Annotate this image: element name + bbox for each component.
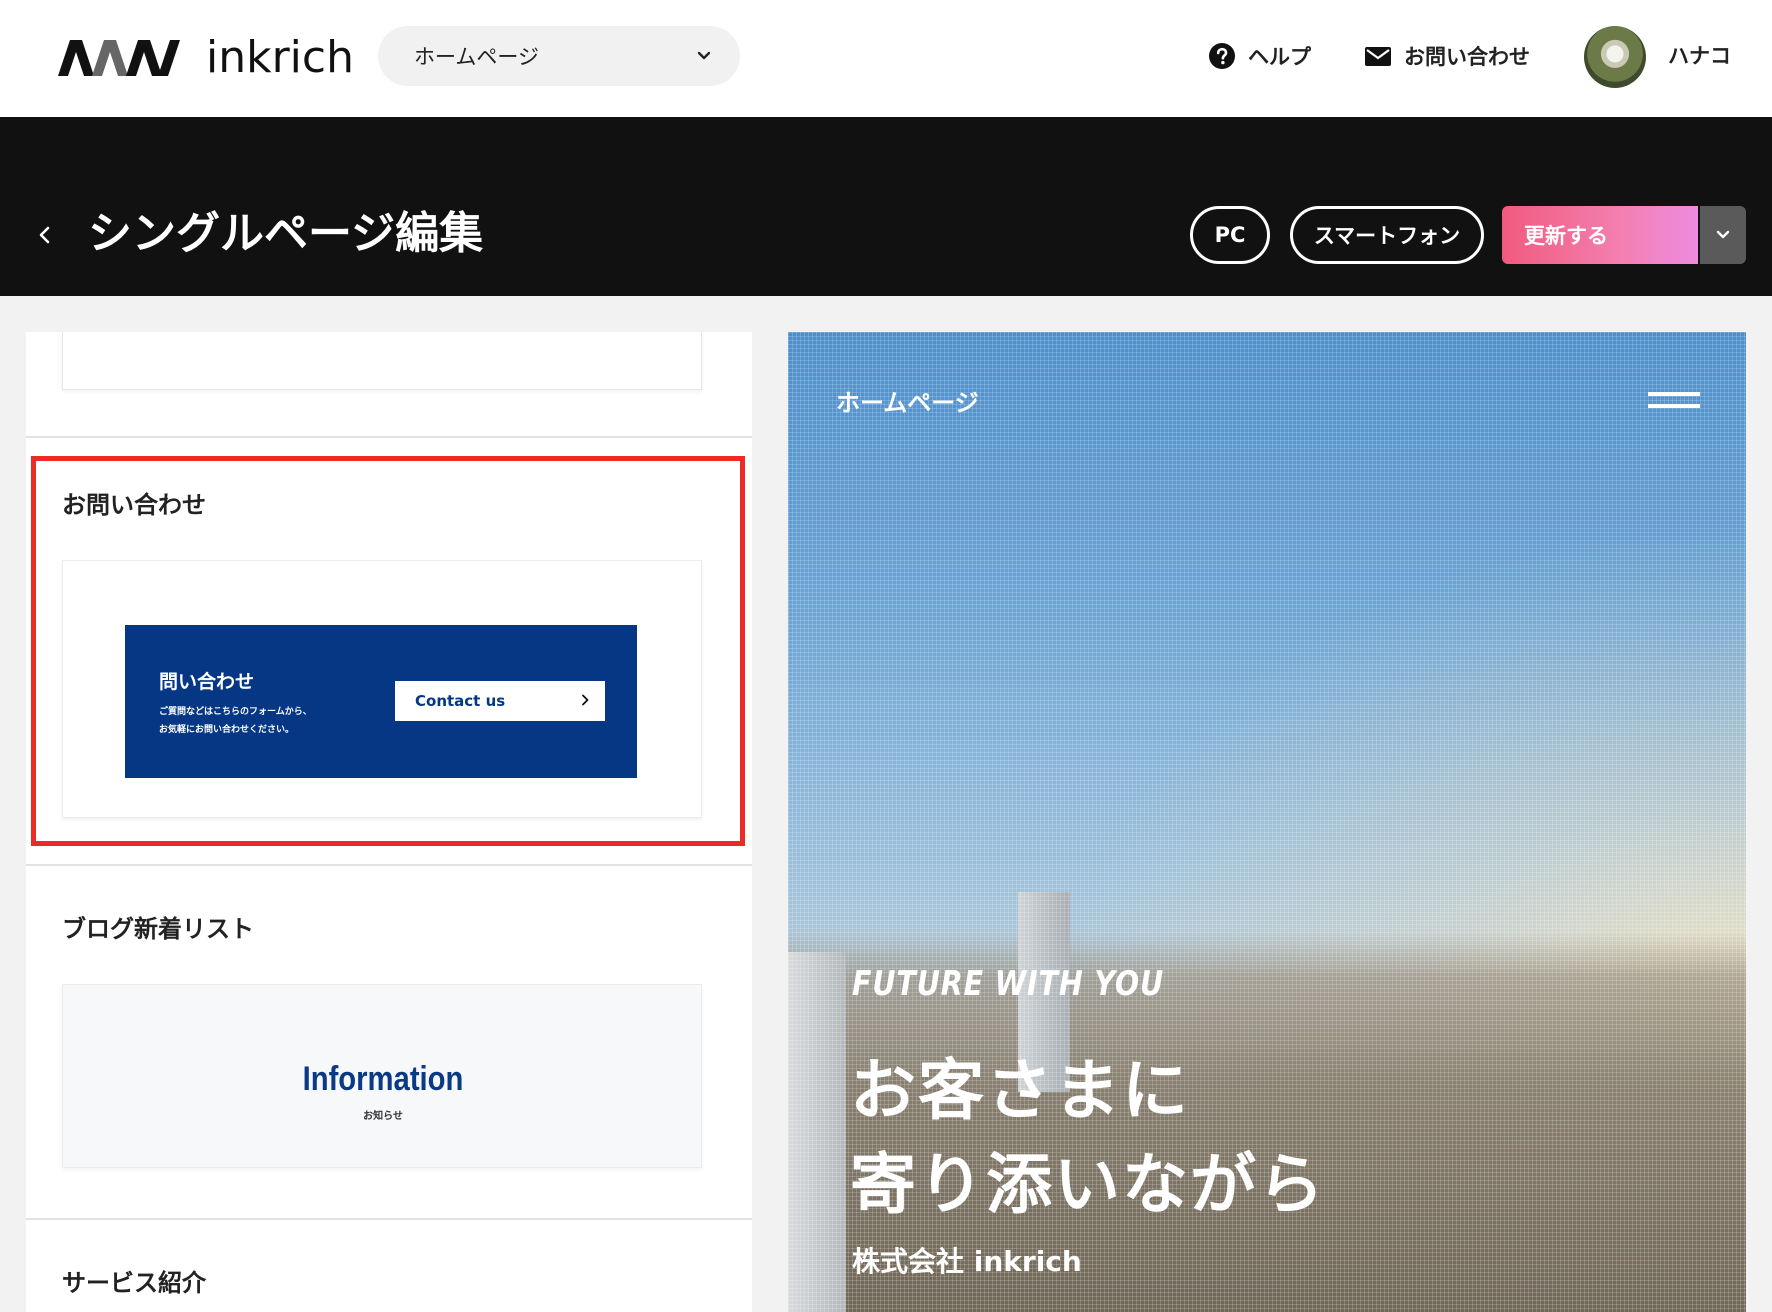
page-selector-value: ホームページ — [414, 45, 539, 69]
preview-headline-line2: 寄り添いながら — [850, 1146, 1326, 1223]
logo-text: inkrich — [206, 32, 354, 83]
preview-tagline: FUTURE WITH YOU — [852, 964, 1165, 1004]
section-card-previous[interactable] — [62, 332, 702, 390]
hamburger-icon[interactable] — [1648, 388, 1700, 414]
contact-label: お問い合わせ — [1404, 45, 1530, 69]
section-label-blog: ブログ新着リスト — [62, 915, 254, 943]
preview-headline: お客さまに 寄り添いながら — [850, 1044, 1326, 1232]
blog-heading: Information — [302, 1060, 464, 1098]
chevron-down-icon — [697, 51, 711, 60]
blog-subheading: お知らせ — [363, 1111, 403, 1122]
page-preview[interactable]: ホームページ FUTURE WITH YOU お客さまに 寄り添いながら 株式会… — [788, 332, 1746, 1312]
page-title: シングルページ編集 — [88, 208, 484, 259]
section-card-blog[interactable]: Information お知らせ — [62, 984, 702, 1168]
envelope-icon — [1365, 47, 1391, 66]
section-list-panel[interactable]: お問い合わせ 問い合わせ ご質問などはこちらのフォームから、 お気軽にお問い合わ… — [26, 332, 752, 1312]
top-header: inkrich ホームページ ヘルプ お問い合わせ ハナコ — [0, 0, 1772, 117]
question-circle-icon — [1209, 43, 1235, 69]
avatar[interactable] — [1584, 26, 1646, 88]
section-divider — [26, 1218, 752, 1220]
user-name[interactable]: ハナコ — [1668, 40, 1731, 72]
update-options-button[interactable] — [1700, 206, 1746, 264]
update-button[interactable]: 更新する — [1502, 206, 1698, 264]
section-divider — [26, 864, 752, 866]
pc-view-button[interactable]: PC — [1190, 206, 1270, 264]
smartphone-view-button[interactable]: スマートフォン — [1290, 206, 1484, 264]
chevron-down-icon — [1716, 230, 1730, 239]
help-label: ヘルプ — [1248, 45, 1311, 69]
preview-site-title: ホームページ — [836, 389, 979, 417]
contact-link[interactable]: お問い合わせ — [1364, 40, 1530, 72]
selected-section-highlight — [31, 456, 745, 846]
logo-mark-icon — [58, 40, 180, 76]
section-label-service: サービス紹介 — [62, 1269, 206, 1297]
app-logo[interactable]: inkrich — [58, 36, 354, 80]
preview-company-name: 株式会社 inkrich — [852, 1245, 1082, 1278]
page-selector[interactable]: ホームページ — [378, 26, 740, 86]
help-link[interactable]: ヘルプ — [1208, 40, 1311, 72]
section-divider — [26, 436, 752, 438]
preview-headline-line1: お客さまに — [850, 1052, 1190, 1129]
chevron-left-icon[interactable] — [34, 224, 56, 246]
